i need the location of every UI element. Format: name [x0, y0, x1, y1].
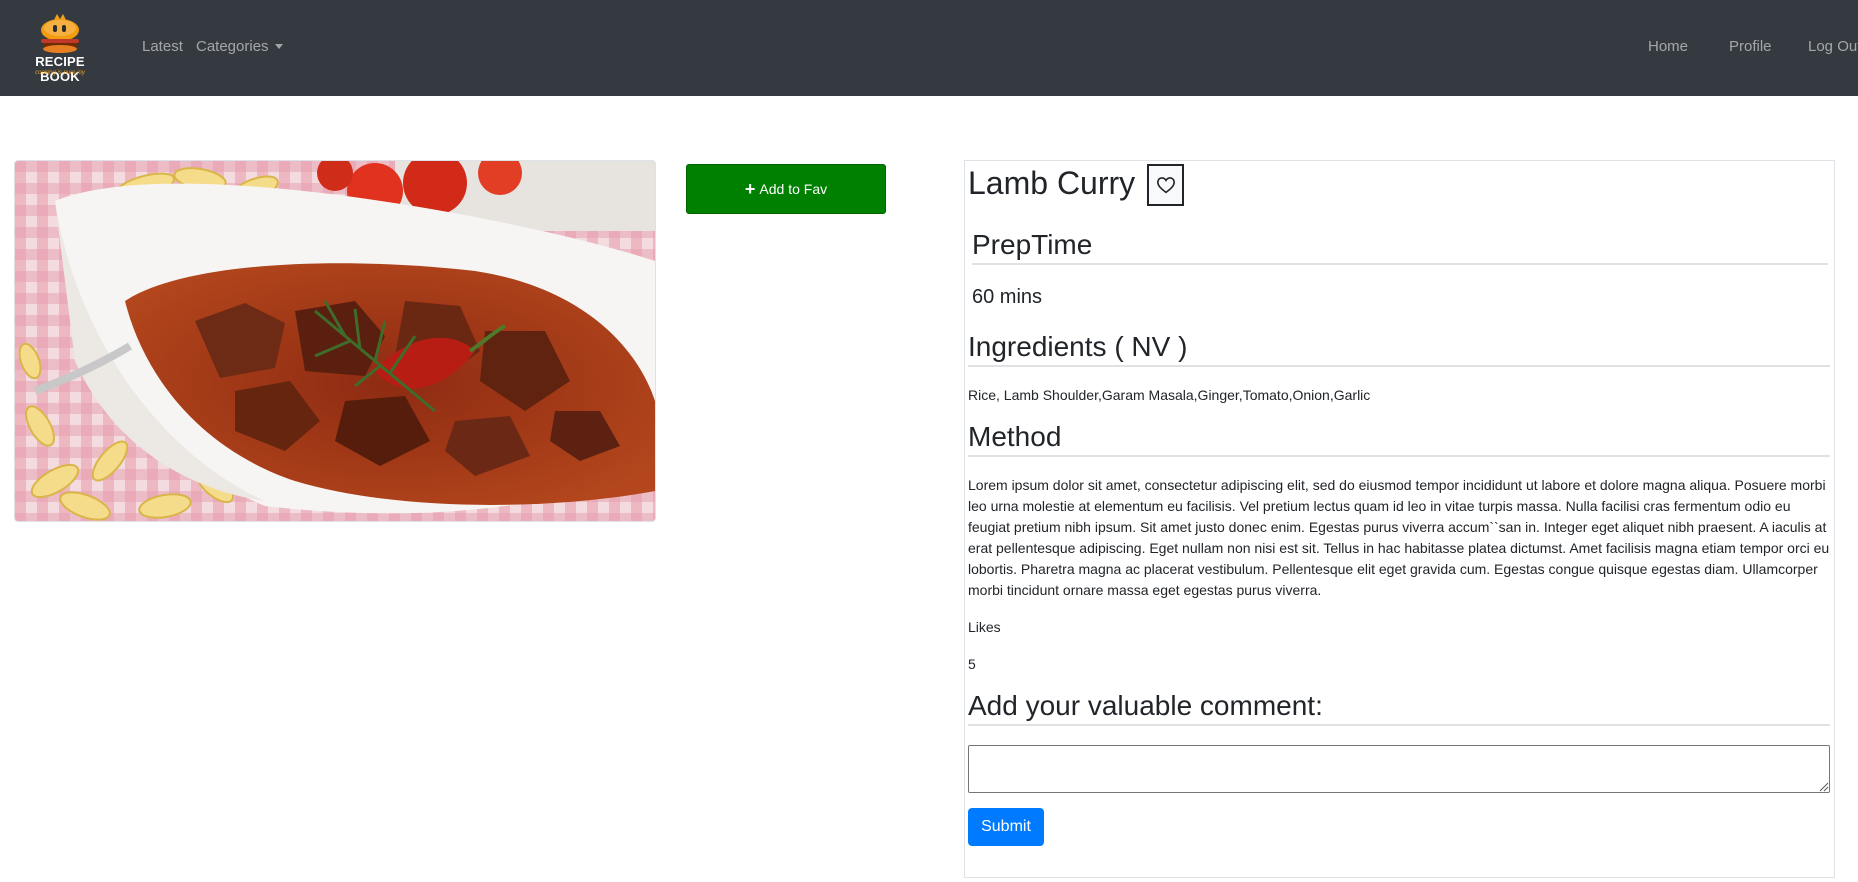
add-to-fav-button[interactable]: + Add to Fav [686, 164, 886, 214]
caret-down-icon [274, 43, 283, 49]
divider [972, 263, 1828, 265]
burger-icon [41, 14, 79, 53]
ingredients-text: Rice, Lamb Shoulder,Garam Masala,Ginger,… [968, 387, 1371, 403]
nav-categories-dropdown[interactable]: Categories [196, 38, 283, 55]
nav-latest-link[interactable]: Latest [142, 38, 183, 55]
prep-time-heading: PrepTime [972, 229, 1093, 260]
comment-heading: Add your valuable comment: [968, 690, 1323, 721]
ingredients-heading: Ingredients ( NV ) [968, 331, 1188, 362]
divider [968, 365, 1830, 367]
likes-count: 5 [968, 656, 976, 672]
heart-outline-icon [1156, 177, 1175, 194]
divider [968, 724, 1830, 726]
prep-time-value: 60 mins [972, 286, 1043, 308]
navbar: RECIPE BOOK cooking is pure joy Latest C… [0, 0, 1858, 96]
nav-categories-label: Categories [196, 38, 269, 55]
nav-home-link[interactable]: Home [1648, 38, 1688, 55]
method-heading: Method [968, 421, 1062, 452]
logo-tagline: cooking is pure joy [35, 70, 85, 76]
recipe-title: Lamb Curry [968, 165, 1136, 201]
comment-textarea[interactable] [968, 745, 1830, 793]
recipe-image [14, 160, 656, 522]
add-to-fav-label: Add to Fav [759, 181, 828, 197]
plus-icon: + [744, 179, 756, 199]
method-text: Lorem ipsum dolor sit amet, consectetur … [968, 477, 1830, 598]
lamb-curry-photo [15, 161, 655, 521]
recipe-details-panel: Lamb Curry PrepTime 60 mins Ingredients … [964, 160, 1835, 878]
logo-title: RECIPE BOOK [35, 54, 85, 84]
submit-comment-button[interactable]: Submit [968, 808, 1044, 846]
nav-logout-link[interactable]: Log Out [1808, 38, 1858, 55]
nav-profile-link[interactable]: Profile [1729, 38, 1772, 55]
likes-label: Likes [968, 619, 1001, 635]
brand-logo[interactable]: RECIPE BOOK cooking is pure joy [14, 14, 106, 84]
favorite-toggle-button[interactable] [1147, 164, 1184, 206]
divider [968, 455, 1830, 457]
